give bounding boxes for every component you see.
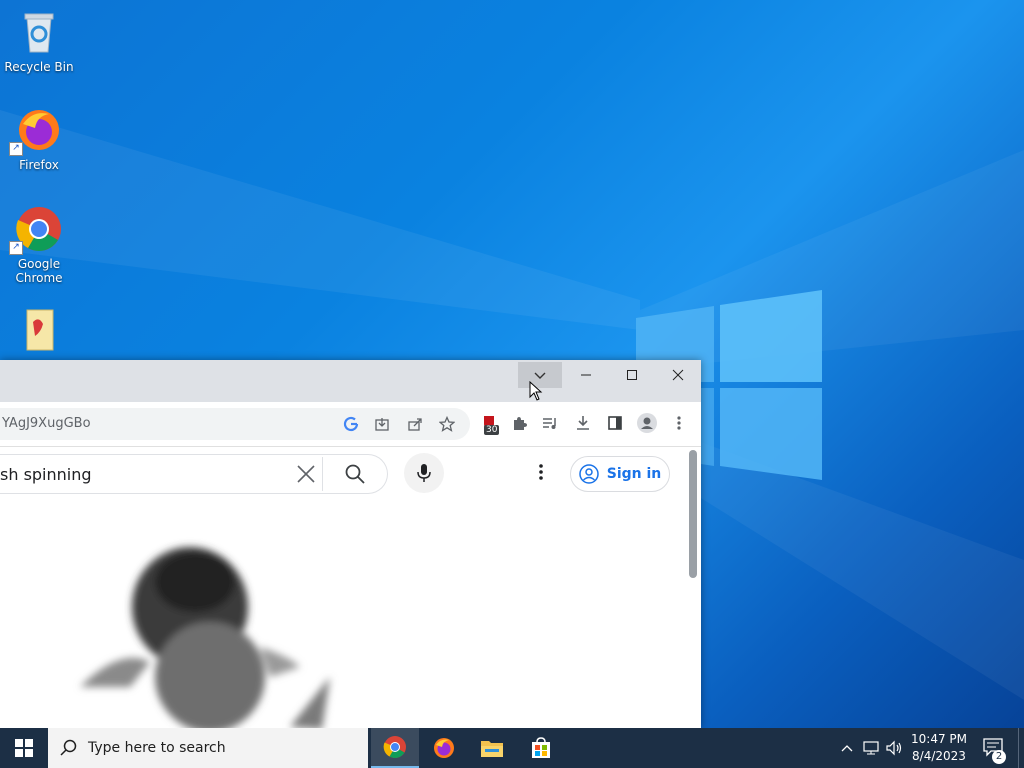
- store-icon: [532, 737, 550, 758]
- share-button[interactable]: [404, 413, 426, 435]
- profile-icon: [637, 413, 657, 433]
- puzzle-icon: [514, 417, 527, 430]
- chrome-icon: ↗: [9, 205, 63, 255]
- google-g-icon: [343, 416, 359, 432]
- chrome-icon: [383, 736, 406, 758]
- taskbar-firefox[interactable]: [420, 728, 468, 768]
- desktop-icon-label: Firefox: [19, 158, 59, 172]
- firefox-icon: [434, 738, 454, 758]
- playlist-icon: [543, 418, 556, 429]
- show-hidden-icons-button[interactable]: [837, 728, 857, 768]
- search-icon: [345, 464, 365, 484]
- maximize-icon: [627, 370, 637, 380]
- clock-time: 10:47 PM: [911, 732, 967, 746]
- extension-adblock-button[interactable]: 30: [478, 412, 500, 435]
- downloads-button[interactable]: [572, 412, 594, 434]
- taskbar-chrome[interactable]: [371, 728, 419, 768]
- desktop-icon-firefox[interactable]: ↗ Firefox: [4, 106, 74, 172]
- close-icon: [297, 465, 315, 483]
- star-icon: [439, 416, 455, 432]
- chevron-down-icon: [534, 372, 546, 379]
- close-button[interactable]: [655, 360, 701, 390]
- minimize-button[interactable]: [563, 360, 609, 390]
- taskbar-file-explorer[interactable]: [468, 728, 516, 768]
- firefox-icon: ↗: [9, 106, 63, 156]
- minimize-icon: [581, 374, 591, 376]
- taskbar-search-box[interactable]: Type here to search: [48, 728, 368, 768]
- google-lens-button[interactable]: [340, 413, 362, 435]
- address-bar[interactable]: YAgJ9XugGBo: [0, 408, 470, 440]
- search-icon: [60, 739, 77, 756]
- side-panel-button[interactable]: [604, 412, 626, 434]
- document-icon: [15, 306, 63, 354]
- network-icon: [863, 741, 879, 755]
- windows-start-icon: [15, 739, 33, 757]
- toolbar: YAgJ9XugGBo 30: [0, 402, 701, 447]
- download-icon: [577, 416, 589, 430]
- folder-icon: [481, 741, 503, 757]
- mouse-cursor-icon: [529, 381, 543, 401]
- chevron-up-icon: [841, 745, 853, 752]
- install-app-button[interactable]: [371, 413, 393, 435]
- speaker-icon: [886, 740, 902, 756]
- search-box[interactable]: sh spinning: [0, 454, 388, 494]
- volume-button[interactable]: [884, 728, 906, 768]
- search-query-text: sh spinning: [0, 465, 92, 484]
- taskbar-search-placeholder: Type here to search: [88, 740, 226, 756]
- taskbar-microsoft-store[interactable]: [517, 728, 565, 768]
- address-bar-url: YAgJ9XugGBo: [2, 416, 91, 431]
- desktop-icon-label: Recycle Bin: [4, 60, 74, 74]
- kebab-menu-icon: [677, 416, 681, 430]
- taskbar-clock[interactable]: 10:47 PM 8/4/2023: [906, 731, 972, 765]
- shortcut-arrow-icon: ↗: [9, 241, 23, 255]
- network-button[interactable]: [860, 728, 882, 768]
- action-center-button[interactable]: 2: [980, 728, 1008, 768]
- scrollbar-thumb[interactable]: [689, 450, 697, 578]
- account-icon: [578, 464, 599, 484]
- chrome-window[interactable]: YAgJ9XugGBo 30 sh spinning Sign in: [0, 360, 701, 728]
- desktop-icon-recycle-bin[interactable]: Recycle Bin: [4, 8, 74, 74]
- microphone-icon: [417, 464, 431, 482]
- sign-in-button[interactable]: Sign in: [570, 456, 670, 492]
- desktop-icon-google-chrome[interactable]: ↗ Google Chrome: [4, 205, 74, 285]
- title-bar[interactable]: [0, 360, 701, 402]
- clear-search-button[interactable]: [296, 464, 316, 488]
- chrome-menu-button[interactable]: [668, 412, 690, 434]
- clock-date: 8/4/2023: [912, 749, 966, 763]
- close-icon: [672, 369, 684, 381]
- extensions-button[interactable]: [508, 412, 530, 434]
- show-desktop-button[interactable]: [1018, 728, 1024, 768]
- page-content: sh spinning Sign in: [0, 447, 701, 728]
- desktop-icon-label: Google Chrome: [15, 257, 63, 285]
- desktop-icon-file[interactable]: [4, 306, 74, 358]
- shortcut-arrow-icon: ↗: [9, 142, 23, 156]
- maximize-button[interactable]: [609, 360, 655, 390]
- extension-badge: 30: [484, 425, 500, 435]
- bookmark-button[interactable]: [436, 413, 458, 435]
- recycle-bin-icon: [15, 8, 63, 56]
- media-control-button[interactable]: [539, 412, 561, 434]
- profile-button[interactable]: [636, 412, 658, 434]
- share-icon: [408, 418, 422, 431]
- sign-in-label: Sign in: [606, 466, 662, 482]
- search-button[interactable]: [344, 463, 366, 489]
- install-icon: [375, 418, 389, 431]
- notification-badge: 2: [992, 750, 1006, 764]
- start-button[interactable]: [0, 728, 48, 768]
- divider: [322, 457, 323, 491]
- taskbar: Type here to search 10:47 PM 8/4/2023 2: [0, 728, 1024, 768]
- voice-search-button[interactable]: [404, 453, 444, 493]
- settings-menu-button[interactable]: [538, 463, 544, 485]
- spinning-fish-image[interactable]: [60, 527, 360, 728]
- kebab-menu-icon: [539, 464, 543, 480]
- side-panel-icon: [608, 416, 622, 430]
